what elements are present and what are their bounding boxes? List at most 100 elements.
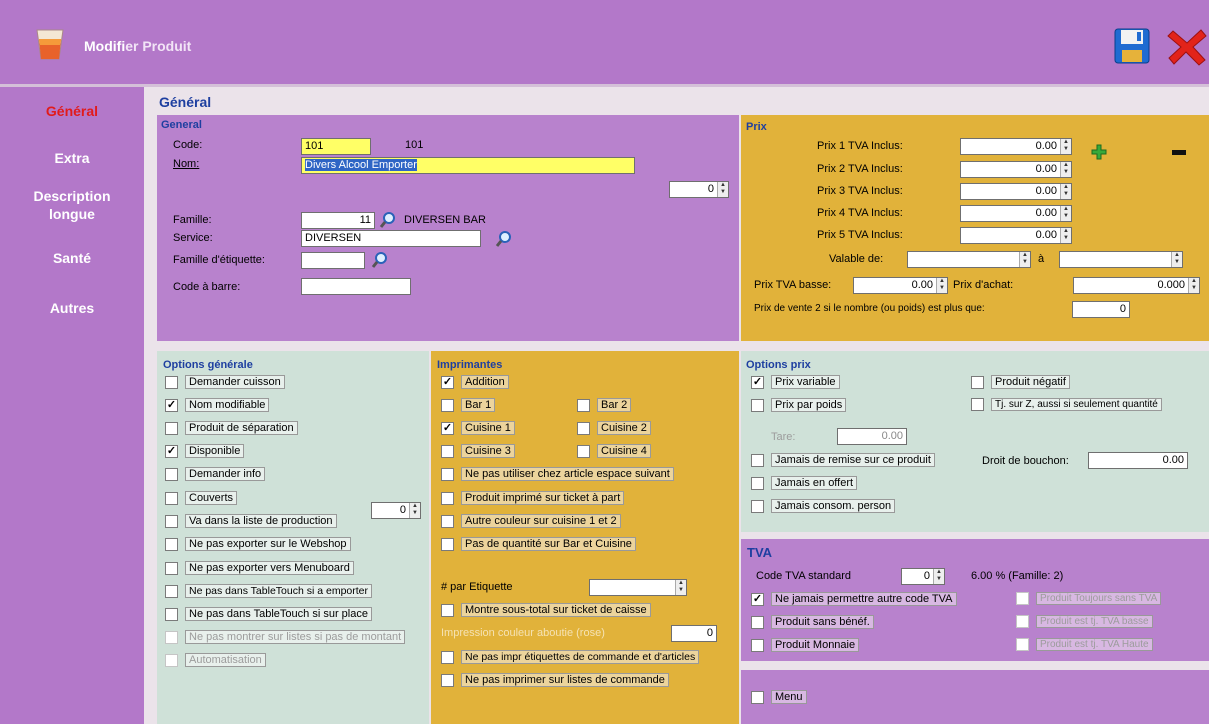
checkbox-empty-icon[interactable] (165, 561, 178, 575)
price2-spin-icon[interactable]: ▲ ▼ (1060, 162, 1071, 177)
checkbox-empty-icon[interactable] (441, 514, 454, 528)
checkbox-checked-icon[interactable]: ✓ (441, 375, 454, 389)
checkbox-empty-icon[interactable] (751, 453, 764, 467)
price3-input[interactable]: 0.00 ▲ ▼ (960, 183, 1072, 200)
valid-from-input[interactable]: ▲ ▼ (907, 251, 1031, 268)
no-print-labels-checkbox[interactable]: Ne pas impr étiquettes de commande et d'… (441, 650, 700, 664)
option-generale-checkbox[interactable]: ✓ Nom modifiable (165, 398, 270, 412)
checkbox-empty-icon[interactable] (577, 421, 590, 435)
bar1-checkbox[interactable]: Bar 1 (441, 398, 496, 412)
checkbox-empty-icon[interactable] (971, 398, 984, 411)
valid-from-spin-icon[interactable]: ▲ ▼ (1019, 252, 1030, 267)
couverts-spin-icon[interactable]: ▲ ▼ (409, 503, 420, 518)
price1-spin-icon[interactable]: ▲ ▼ (1060, 139, 1071, 154)
checkbox-empty-icon[interactable] (165, 584, 178, 598)
checkbox-empty-icon[interactable] (165, 653, 178, 667)
checkbox-empty-icon[interactable] (441, 467, 454, 481)
checkbox-empty-icon[interactable] (165, 491, 178, 505)
option-generale-checkbox[interactable]: Ne pas dans TableTouch si a emporter (165, 584, 372, 598)
label-family-input[interactable] (301, 252, 365, 269)
no-print-lists-checkbox[interactable]: Ne pas imprimer sur listes de commande (441, 673, 669, 687)
search-icon[interactable] (371, 251, 389, 269)
cuisine2-checkbox[interactable]: Cuisine 2 (577, 421, 651, 435)
printer-option-checkbox[interactable]: Pas de quantité sur Bar et Cuisine (441, 537, 636, 551)
checkbox-empty-icon[interactable] (441, 398, 454, 412)
prix-par-poids-checkbox[interactable]: Prix par poids (751, 398, 847, 412)
order-spin-icon[interactable]: ▲ ▼ (717, 182, 728, 197)
subtotal-checkbox[interactable]: Montre sous-total sur ticket de caisse (441, 603, 651, 617)
checkbox-empty-icon[interactable] (441, 650, 454, 664)
nav-item-sante[interactable]: Santé (0, 249, 144, 267)
search-icon[interactable] (495, 230, 513, 248)
checkbox-empty-icon[interactable] (441, 491, 454, 505)
per-label-spin-icon[interactable]: ▲ ▼ (675, 580, 686, 595)
red-x-icon[interactable] (1165, 25, 1209, 67)
checkbox-empty-icon[interactable] (165, 421, 178, 435)
tva-code-spin-icon[interactable]: ▲ ▼ (933, 569, 944, 584)
addition-checkbox[interactable]: ✓ Addition (441, 375, 509, 389)
price5-input[interactable]: 0.00 ▲ ▼ (960, 227, 1072, 244)
name-input[interactable]: Divers Alcool Emporter (301, 157, 635, 174)
option-generale-checkbox[interactable]: Produit de séparation (165, 421, 298, 435)
checkbox-empty-icon[interactable] (751, 638, 764, 652)
checkbox-checked-icon[interactable]: ✓ (165, 444, 178, 458)
family-input[interactable]: 11 (301, 212, 375, 229)
purchase-input[interactable]: 0.000 ▲ ▼ (1073, 277, 1200, 294)
jamais-autre-tva-checkbox[interactable]: ✓ Ne jamais permettre autre code TVA (751, 592, 957, 606)
checkbox-empty-icon[interactable] (751, 476, 764, 490)
checkbox-empty-icon[interactable] (577, 444, 590, 458)
jamais-offert-checkbox[interactable]: Jamais en offert (751, 476, 858, 490)
cuisine4-checkbox[interactable]: Cuisine 4 (577, 444, 651, 458)
price4-spin-icon[interactable]: ▲ ▼ (1060, 206, 1071, 221)
checkbox-empty-icon[interactable] (1016, 615, 1029, 628)
checkbox-empty-icon[interactable] (751, 690, 764, 704)
option-generale-checkbox[interactable]: Couverts (165, 491, 238, 505)
monnaie-checkbox[interactable]: Produit Monnaie (751, 638, 860, 652)
nav-item-autres[interactable]: Autres (0, 299, 144, 317)
option-generale-checkbox[interactable]: Ne pas exporter vers Menuboard (165, 561, 354, 575)
per-label-input[interactable]: ▲ ▼ (589, 579, 687, 596)
prix-variable-checkbox[interactable]: ✓ Prix variable (751, 375, 840, 389)
purchase-spin-icon[interactable]: ▲ ▼ (1188, 278, 1199, 293)
checkbox-empty-icon[interactable] (751, 499, 764, 513)
cuisine3-checkbox[interactable]: Cuisine 3 (441, 444, 515, 458)
sans-benef-checkbox[interactable]: Produit sans bénéf. (751, 615, 874, 629)
print-color-input[interactable]: 0 (671, 625, 717, 642)
checkbox-empty-icon[interactable] (165, 467, 178, 481)
tj-sur-z-checkbox[interactable]: Tj. sur Z, aussi si seulement quantité (971, 398, 1162, 411)
search-icon[interactable] (379, 211, 397, 229)
low-vat-input[interactable]: 0.00 ▲ ▼ (853, 277, 948, 294)
price1-input[interactable]: 0.00 ▲ ▼ (960, 138, 1072, 155)
code-input[interactable]: 101 (301, 138, 371, 155)
sale2-input[interactable]: 0 (1072, 301, 1130, 318)
bar2-checkbox[interactable]: Bar 2 (577, 398, 632, 412)
checkbox-empty-icon[interactable] (441, 603, 454, 617)
couverts-stepper[interactable]: 0 ▲ ▼ (371, 502, 421, 519)
tare-input[interactable]: 0.00 (837, 428, 907, 445)
checkbox-empty-icon[interactable] (1016, 638, 1029, 651)
checkbox-checked-icon[interactable]: ✓ (751, 592, 764, 606)
checkbox-empty-icon[interactable] (1016, 592, 1029, 605)
checkbox-checked-icon[interactable]: ✓ (751, 375, 764, 389)
option-generale-checkbox[interactable]: Ne pas exporter sur le Webshop (165, 537, 351, 551)
toujours-sans-tva-checkbox[interactable]: Produit Toujours sans TVA (1016, 592, 1162, 605)
nav-item-extra[interactable]: Extra (0, 149, 144, 167)
checkbox-checked-icon[interactable]: ✓ (165, 398, 178, 412)
checkbox-empty-icon[interactable] (165, 537, 178, 551)
printer-option-checkbox[interactable]: Produit imprimé sur ticket à part (441, 491, 625, 505)
option-generale-checkbox[interactable]: Demander cuisson (165, 375, 285, 389)
remove-price-icon[interactable] (1172, 150, 1186, 155)
menu-checkbox[interactable]: Menu (751, 690, 807, 704)
jamais-consom-checkbox[interactable]: Jamais consom. person (751, 499, 896, 513)
checkbox-empty-icon[interactable] (441, 673, 454, 687)
nav-item-description[interactable]: Description longue (0, 187, 144, 223)
floppy-disk-icon[interactable] (1112, 26, 1152, 66)
checkbox-empty-icon[interactable] (751, 615, 764, 629)
option-generale-checkbox[interactable]: Va dans la liste de production (165, 514, 337, 528)
droit-bouchon-input[interactable]: 0.00 (1088, 452, 1188, 469)
barcode-input[interactable] (301, 278, 411, 295)
valid-to-input[interactable]: ▲ ▼ (1059, 251, 1183, 268)
price4-input[interactable]: 0.00 ▲ ▼ (960, 205, 1072, 222)
option-generale-checkbox[interactable]: Demander info (165, 467, 266, 481)
price3-spin-icon[interactable]: ▲ ▼ (1060, 184, 1071, 199)
